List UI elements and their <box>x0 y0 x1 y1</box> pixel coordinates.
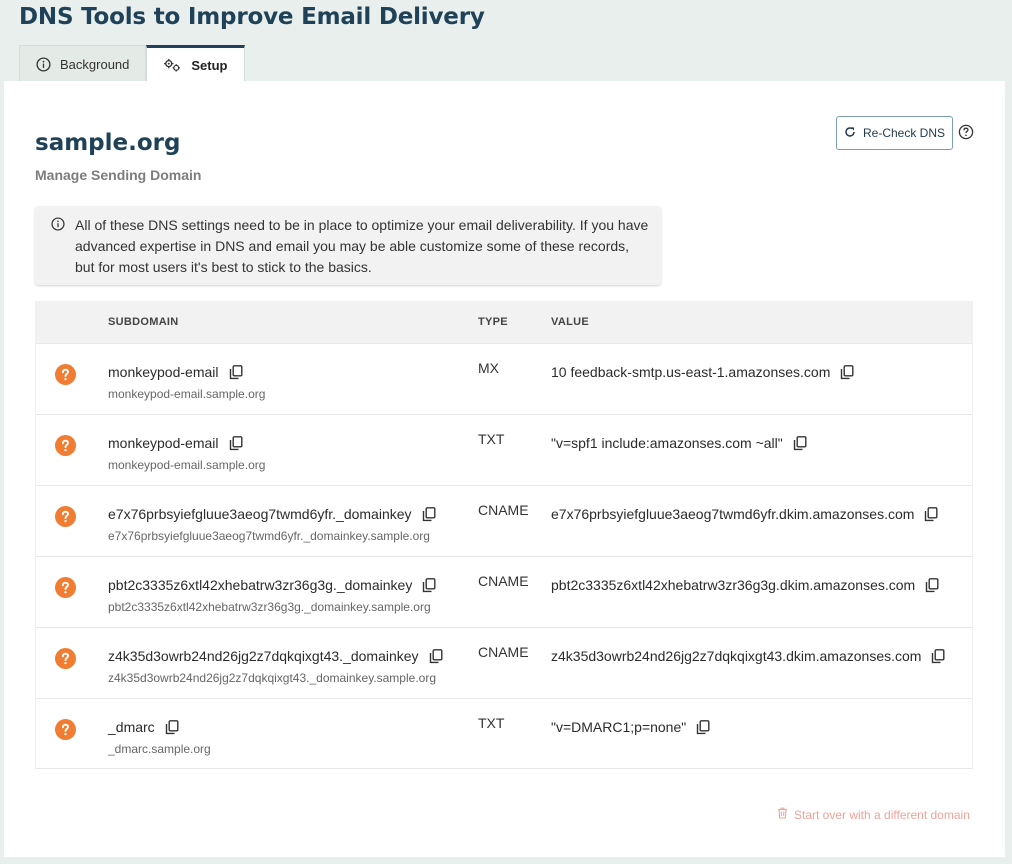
record-value: "v=spf1 include:amazonses.com ~all" <box>551 435 783 451</box>
record-value: pbt2c3335z6xtl42xhebatrw3zr36g3g.dkim.am… <box>551 577 916 593</box>
copy-icon[interactable] <box>696 719 710 735</box>
subdomain-name: e7x76prbsyiefgluue3aeog7twmd6yfr._domain… <box>108 506 412 522</box>
question-status-icon[interactable] <box>55 719 76 740</box>
subdomain-cell: e7x76prbsyiefgluue3aeog7twmd6yfr._domain… <box>108 506 436 522</box>
copy-icon[interactable] <box>422 506 436 522</box>
help-icon[interactable] <box>958 124 974 140</box>
question-status-icon[interactable] <box>55 435 76 456</box>
record-type: CNAME <box>478 644 529 660</box>
subdomain-fqdn: e7x76prbsyiefgluue3aeog7twmd6yfr._domain… <box>108 529 430 543</box>
subdomain-fqdn: _dmarc.sample.org <box>108 742 211 756</box>
question-status-icon[interactable] <box>55 577 76 598</box>
question-status-icon[interactable] <box>55 648 76 669</box>
tab-setup[interactable]: Setup <box>146 45 245 82</box>
copy-icon[interactable] <box>931 648 945 664</box>
table-row: monkeypod-email monkeypod-email.sample.or… <box>36 343 972 414</box>
gears-icon <box>163 58 182 73</box>
subdomain-fqdn: monkeypod-email.sample.org <box>108 458 266 472</box>
table-row: _dmarc _dmarc.sample.org TXT "v=DMARC1;p=no… <box>36 698 972 769</box>
domain-title: sample.org <box>35 130 181 156</box>
domain-subtitle: Manage Sending Domain <box>35 167 202 183</box>
subdomain-cell: _dmarc <box>108 719 179 735</box>
subdomain-cell: pbt2c3335z6xtl42xhebatrw3zr36g3g._domain… <box>108 577 436 593</box>
table-row: z4k35d3owrb24nd26jg2z7dqkqixgt43._domain… <box>36 627 972 698</box>
tab-background[interactable]: Background <box>19 45 147 82</box>
table-header: SUBDOMAIN TYPE VALUE <box>36 301 972 343</box>
tab-label: Background <box>60 56 130 72</box>
copy-icon[interactable] <box>229 364 243 380</box>
copy-icon[interactable] <box>429 648 443 664</box>
subdomain-fqdn: z4k35d3owrb24nd26jg2z7dqkqixgt43._domain… <box>108 671 436 685</box>
record-value: "v=DMARC1;p=none" <box>551 719 687 735</box>
trash-icon <box>777 807 788 822</box>
question-status-icon[interactable] <box>55 364 76 385</box>
question-status-icon[interactable] <box>55 506 76 527</box>
copy-icon[interactable] <box>229 435 243 451</box>
tab-label: Setup <box>191 57 228 73</box>
refresh-icon <box>844 126 856 141</box>
subdomain-cell: z4k35d3owrb24nd26jg2z7dqkqixgt43._domain… <box>108 648 443 664</box>
value-cell: z4k35d3owrb24nd26jg2z7dqkqixgt43.dkim.am… <box>551 648 945 664</box>
start-over-link[interactable]: Start over with a different domain <box>777 807 970 822</box>
column-header-type: TYPE <box>478 316 508 328</box>
copy-icon[interactable] <box>422 577 436 593</box>
subdomain-name: z4k35d3owrb24nd26jg2z7dqkqixgt43._domain… <box>108 648 419 664</box>
page-title: DNS Tools to Improve Email Delivery <box>19 4 485 30</box>
recheck-dns-label: Re-Check DNS <box>862 126 946 140</box>
record-type: CNAME <box>478 502 529 518</box>
value-cell: e7x76prbsyiefgluue3aeog7twmd6yfr.dkim.am… <box>551 506 938 522</box>
table-row: e7x76prbsyiefgluue3aeog7twmd6yfr._domain… <box>36 485 972 556</box>
copy-icon[interactable] <box>925 577 939 593</box>
start-over-label: Start over with a different domain <box>794 807 970 822</box>
tab-bar: Background Setup <box>19 45 245 82</box>
record-type: TXT <box>478 431 505 447</box>
subdomain-cell: monkeypod-email <box>108 435 243 451</box>
record-value: e7x76prbsyiefgluue3aeog7twmd6yfr.dkim.am… <box>551 506 915 522</box>
subdomain-fqdn: pbt2c3335z6xtl42xhebatrw3zr36g3g._domain… <box>108 600 431 614</box>
column-header-subdomain: SUBDOMAIN <box>108 316 179 328</box>
value-cell: 10 feedback-smtp.us-east-1.amazonses.com <box>551 364 854 380</box>
record-type: CNAME <box>478 573 529 589</box>
subdomain-cell: monkeypod-email <box>108 364 243 380</box>
setup-panel: sample.org Manage Sending Domain Re-Chec… <box>4 81 1005 857</box>
record-value: 10 feedback-smtp.us-east-1.amazonses.com <box>551 364 831 380</box>
copy-icon[interactable] <box>165 719 179 735</box>
info-notice: All of these DNS settings need to be in … <box>35 206 661 285</box>
record-value: z4k35d3owrb24nd26jg2z7dqkqixgt43.dkim.am… <box>551 648 922 664</box>
notice-text: All of these DNS settings need to be in … <box>75 217 649 275</box>
value-cell: "v=DMARC1;p=none" <box>551 719 710 735</box>
subdomain-name: _dmarc <box>108 719 155 735</box>
dns-records-table: SUBDOMAIN TYPE VALUE monkeypod-email monk… <box>35 301 973 769</box>
value-cell: pbt2c3335z6xtl42xhebatrw3zr36g3g.dkim.am… <box>551 577 939 593</box>
table-row: monkeypod-email monkeypod-email.sample.or… <box>36 414 972 485</box>
subdomain-name: monkeypod-email <box>108 435 219 451</box>
subdomain-fqdn: monkeypod-email.sample.org <box>108 387 266 401</box>
subdomain-name: monkeypod-email <box>108 364 219 380</box>
info-icon <box>36 56 51 72</box>
copy-icon[interactable] <box>793 435 807 451</box>
record-type: MX <box>478 360 499 376</box>
table-row: pbt2c3335z6xtl42xhebatrw3zr36g3g._domain… <box>36 556 972 627</box>
recheck-dns-button[interactable]: Re-Check DNS <box>836 116 953 150</box>
column-header-value: VALUE <box>551 316 589 328</box>
record-type: TXT <box>478 715 505 731</box>
info-icon <box>51 217 65 236</box>
copy-icon[interactable] <box>840 364 854 380</box>
copy-icon[interactable] <box>924 506 938 522</box>
subdomain-name: pbt2c3335z6xtl42xhebatrw3zr36g3g._domain… <box>108 577 413 593</box>
value-cell: "v=spf1 include:amazonses.com ~all" <box>551 435 807 451</box>
